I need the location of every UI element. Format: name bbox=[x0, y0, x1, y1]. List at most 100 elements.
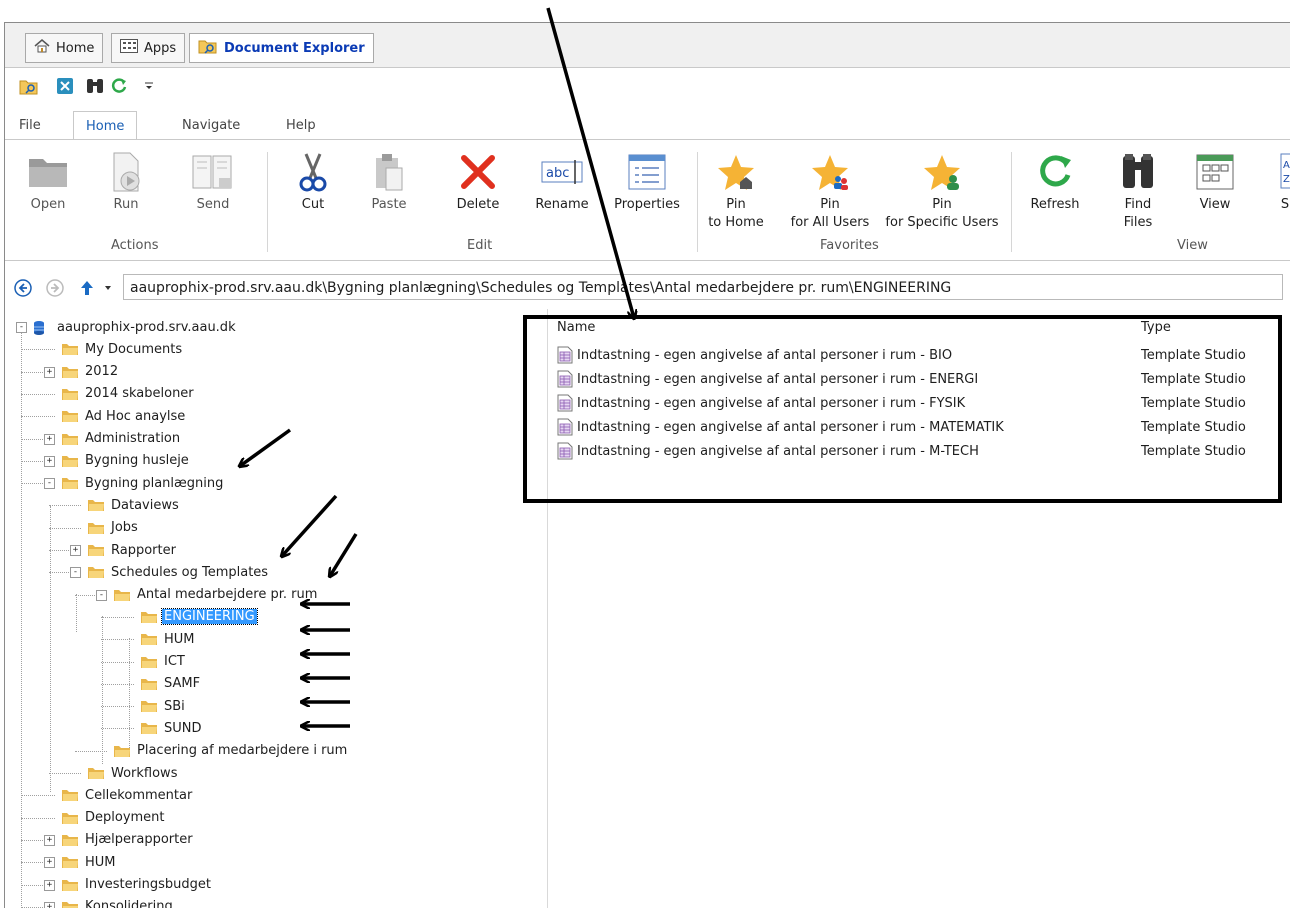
folder-icon bbox=[61, 878, 79, 892]
tree-folder-item[interactable]: My Documents bbox=[61, 338, 184, 360]
tree-folder-item[interactable]: Schedules og Templates bbox=[87, 561, 270, 583]
back-button[interactable] bbox=[13, 278, 33, 298]
tree-folder-item[interactable]: Jobs bbox=[87, 517, 140, 539]
run-button[interactable]: Run bbox=[101, 150, 151, 214]
expand-toggle[interactable]: + bbox=[44, 433, 55, 445]
app-tab-home[interactable]: Home bbox=[25, 33, 104, 63]
tree-folder-item[interactable]: Rapporter bbox=[87, 539, 178, 561]
forward-arrow-icon bbox=[46, 279, 64, 297]
expand-toggle[interactable]: + bbox=[44, 857, 55, 869]
tree-item-label: SAMF bbox=[164, 676, 201, 692]
tree-item-label: aauprophix-prod.srv.aau.dk bbox=[57, 319, 236, 335]
tree-folder-item[interactable]: Bygning husleje bbox=[61, 450, 191, 472]
send-button[interactable]: Send bbox=[183, 150, 243, 214]
tree-folder-item[interactable]: SAMF bbox=[140, 673, 202, 695]
document-explorer-qat-button[interactable] bbox=[19, 76, 39, 96]
expand-toggle[interactable]: + bbox=[44, 366, 55, 378]
properties-button[interactable]: Properties bbox=[607, 150, 687, 214]
recent-locations-button[interactable] bbox=[101, 278, 115, 298]
up-arrow-icon bbox=[81, 281, 93, 295]
pin-for-all-users-button[interactable]: Pin for All Users bbox=[783, 150, 877, 232]
expand-toggle[interactable]: + bbox=[70, 545, 81, 556]
folder-icon bbox=[113, 588, 131, 602]
pin-to-home-button[interactable]: Pin to Home bbox=[705, 150, 767, 232]
tree-connector bbox=[49, 527, 81, 529]
tree-folder-item[interactable]: Antal medarbejdere pr. rum bbox=[113, 584, 319, 606]
tree-folder-item[interactable]: HUM bbox=[61, 851, 118, 873]
forward-button[interactable] bbox=[45, 278, 65, 298]
tree-folder-item[interactable]: Deployment bbox=[61, 807, 167, 829]
annotation-box bbox=[523, 315, 1282, 503]
close-qat-button[interactable] bbox=[55, 76, 75, 96]
sort-button-partial[interactable]: AZ S bbox=[1273, 150, 1290, 214]
tree-connector bbox=[21, 393, 55, 395]
chevron-down-icon bbox=[145, 82, 153, 89]
tab-help[interactable]: Help bbox=[286, 113, 316, 137]
tab-file[interactable]: File bbox=[19, 113, 41, 137]
tree-folder-item[interactable]: ENGINEERING bbox=[140, 606, 258, 628]
tree-folder-item[interactable]: Cellekommentar bbox=[61, 784, 194, 806]
expand-toggle[interactable]: + bbox=[44, 455, 55, 467]
tree-item-label: Hjælperapporter bbox=[85, 832, 193, 848]
refresh-icon bbox=[111, 78, 127, 93]
view-button[interactable]: View bbox=[1191, 150, 1239, 214]
expand-toggle[interactable]: + bbox=[44, 901, 55, 908]
address-path-field[interactable]: aauprophix-prod.srv.aau.dk\Bygning planl… bbox=[123, 274, 1283, 300]
folder-search-icon bbox=[19, 80, 38, 95]
sort-icon: AZ bbox=[1280, 153, 1290, 189]
expand-toggle[interactable]: + bbox=[44, 834, 55, 846]
folder-icon bbox=[61, 476, 79, 490]
collapse-toggle[interactable]: - bbox=[70, 567, 81, 579]
tree-connector bbox=[129, 638, 130, 748]
tree-folder-item[interactable]: Ad Hoc anaylse bbox=[61, 405, 187, 427]
refresh-button[interactable]: Refresh bbox=[1025, 150, 1085, 214]
tree-folder-item[interactable]: Workflows bbox=[87, 762, 179, 784]
delete-button[interactable]: Delete bbox=[453, 150, 503, 214]
document-explorer-icon bbox=[198, 38, 218, 58]
find-qat-button[interactable] bbox=[85, 76, 105, 96]
paste-button[interactable]: Paste bbox=[365, 150, 413, 214]
app-tab-apps[interactable]: Apps bbox=[111, 33, 186, 63]
collapse-toggle[interactable]: - bbox=[16, 322, 27, 333]
tab-home[interactable]: Home bbox=[73, 111, 138, 141]
refresh-qat-button[interactable] bbox=[109, 76, 129, 96]
folder-icon bbox=[61, 387, 79, 401]
rename-button[interactable]: abc Rename bbox=[529, 150, 595, 214]
app-tab-label: Apps bbox=[144, 40, 177, 56]
tree-folder-item[interactable]: Investeringsbudget bbox=[61, 874, 213, 896]
tree-folder-item[interactable]: Bygning planlægning bbox=[61, 472, 225, 494]
tree-folder-item[interactable]: Konsolidering bbox=[61, 896, 175, 908]
tree-folder-item[interactable]: Dataviews bbox=[87, 494, 181, 516]
run-document-icon bbox=[113, 152, 140, 192]
tree-folder-item[interactable]: HUM bbox=[140, 628, 197, 650]
tree-folder-item[interactable]: Hjælperapporter bbox=[61, 829, 195, 851]
tree-connector bbox=[101, 728, 134, 730]
open-button[interactable]: Open bbox=[23, 150, 73, 214]
tab-navigate[interactable]: Navigate bbox=[182, 113, 240, 137]
expand-toggle[interactable]: + bbox=[44, 879, 55, 891]
tree-item-label: Deployment bbox=[85, 810, 165, 826]
tree-folder-item[interactable]: SUND bbox=[140, 717, 204, 739]
collapse-toggle[interactable]: - bbox=[96, 589, 107, 601]
scissors-icon bbox=[299, 153, 327, 192]
cut-button[interactable]: Cut bbox=[291, 150, 335, 214]
tree-connector bbox=[49, 505, 81, 507]
send-book-icon bbox=[192, 155, 232, 189]
properties-list-icon bbox=[628, 154, 666, 190]
up-button[interactable] bbox=[77, 278, 97, 298]
customize-qat-button[interactable] bbox=[139, 76, 159, 96]
app-tab-document-explorer[interactable]: Document Explorer bbox=[189, 33, 374, 63]
tree-folder-item[interactable]: Administration bbox=[61, 428, 182, 450]
tree-connector bbox=[101, 639, 134, 641]
tree-connector bbox=[21, 332, 22, 908]
tree-folder-item[interactable]: Placering af medarbejdere i rum bbox=[113, 740, 349, 762]
collapse-toggle[interactable]: - bbox=[44, 478, 55, 490]
tree-folder-item[interactable]: ICT bbox=[140, 651, 187, 673]
find-files-button[interactable]: Find Files bbox=[1115, 150, 1161, 232]
tree-root-server[interactable]: aauprophix-prod.srv.aau.dk bbox=[33, 316, 238, 338]
tree-folder-item[interactable]: 2012 bbox=[61, 361, 120, 383]
pin-for-specific-users-button[interactable]: Pin for Specific Users bbox=[877, 150, 1007, 232]
tree-folder-item[interactable]: 2014 skabeloner bbox=[61, 383, 196, 405]
edit-group-label: Edit bbox=[467, 238, 493, 253]
tree-folder-item[interactable]: SBi bbox=[140, 695, 187, 717]
